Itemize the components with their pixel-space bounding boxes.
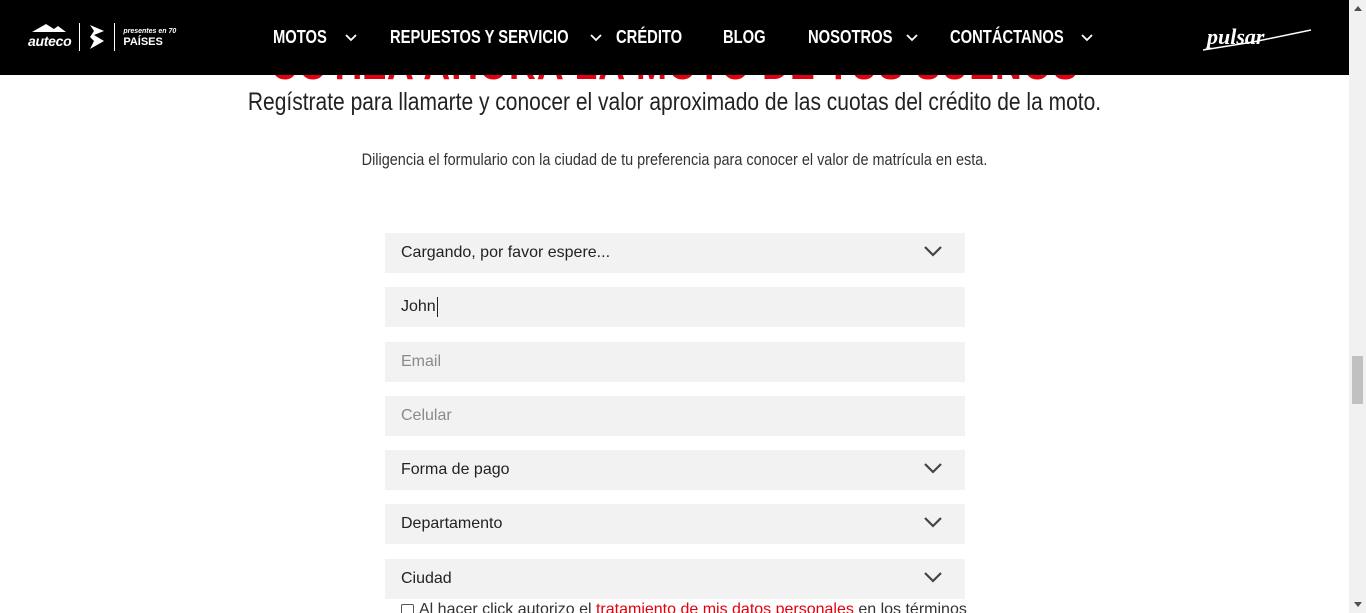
department-select[interactable]: Departamento (385, 504, 965, 545)
nav-item-label: REPUESTOS Y SERVICIO (390, 27, 569, 47)
nav-item-blog[interactable]: BLOG (723, 27, 775, 48)
chevron-down-icon (924, 246, 942, 257)
chevron-down-icon (906, 33, 918, 41)
chevron-down-icon (924, 572, 942, 583)
nav-item-label: CRÉDITO (616, 27, 683, 47)
scroll-up-arrow-icon[interactable] (1349, 0, 1366, 17)
nav-item-label: NOSOTROS (808, 27, 893, 47)
name-field-value: John (401, 298, 436, 316)
nav-item-label: BLOG (723, 27, 766, 47)
department-select-value: Departamento (401, 515, 503, 533)
consent-row: Al hacer click autorizo el tratamiento d… (401, 601, 967, 613)
chevron-down-icon (590, 33, 602, 41)
model-select-value: Cargando, por favor espere... (401, 244, 611, 261)
phone-placeholder: Celular (401, 406, 452, 424)
nav-item-repuestos[interactable]: REPUESTOS Y SERVICIO (390, 27, 602, 48)
consent-prefix: Al hacer click autorizo el (419, 601, 592, 613)
site-header: auteco presentes en 70 PAÍSES MOTOS REPU… (0, 0, 1349, 75)
scrollbar-thumb[interactable] (1352, 356, 1363, 404)
quote-form: Cargando, por favor espere... John Email… (385, 233, 965, 613)
bajaj-logo-icon (88, 23, 106, 51)
hero-subtitle: Regístrate para llamarte y conocer el va… (247, 88, 1102, 116)
auteco-logo-text: auteco (28, 33, 72, 49)
hero-note: Diligencia el formulario con la ciudad d… (361, 150, 988, 169)
auteco-wing-icon (32, 24, 66, 32)
nav-item-nosotros[interactable]: NOSOTROS (808, 27, 918, 48)
logo-divider (114, 23, 116, 51)
city-select[interactable]: Ciudad (385, 558, 965, 599)
nav-item-label: MOTOS (273, 27, 327, 47)
scroll-down-arrow-icon[interactable] (1349, 596, 1366, 613)
city-select-value: Ciudad (401, 569, 452, 587)
nav-item-motos[interactable]: MOTOS (273, 27, 357, 48)
email-placeholder: Email (401, 352, 442, 370)
privacy-policy-link[interactable]: tratamiento de mis datos personales (596, 601, 854, 613)
page-content: COTIZA AHORA LA MOTO DE TUS SUEÑOS Regís… (0, 0, 1349, 613)
nav-item-label: CONTÁCTANOS (950, 27, 1064, 47)
payment-select[interactable]: Forma de pago (385, 450, 965, 491)
header-logos[interactable]: auteco presentes en 70 PAÍSES (28, 22, 176, 52)
phone-field[interactable]: Celular (385, 395, 965, 436)
chevron-down-icon (924, 463, 942, 474)
email-field[interactable]: Email (385, 341, 965, 382)
pulsar-logo-icon[interactable]: pulsar (1203, 24, 1313, 52)
nav-item-contactanos[interactable]: CONTÁCTANOS (950, 27, 1093, 48)
model-select[interactable]: Cargando, por favor espere... (385, 233, 965, 273)
text-caret (436, 297, 438, 318)
chevron-down-icon (924, 517, 942, 529)
chevron-down-icon (1081, 33, 1093, 41)
name-field[interactable]: John (385, 287, 965, 328)
consent-suffix: en los términos (858, 601, 967, 613)
payment-select-value: Forma de pago (401, 461, 510, 479)
vertical-scrollbar[interactable] (1349, 0, 1366, 613)
chevron-down-icon (345, 33, 357, 41)
logo-divider (79, 23, 81, 51)
70-countries-logo: presentes en 70 PAÍSES (123, 27, 176, 48)
auteco-logo: auteco (28, 24, 72, 49)
70-countries-main: PAÍSES (123, 36, 163, 48)
consent-checkbox[interactable] (401, 603, 414, 613)
nav-item-credito[interactable]: CRÉDITO (616, 27, 697, 48)
